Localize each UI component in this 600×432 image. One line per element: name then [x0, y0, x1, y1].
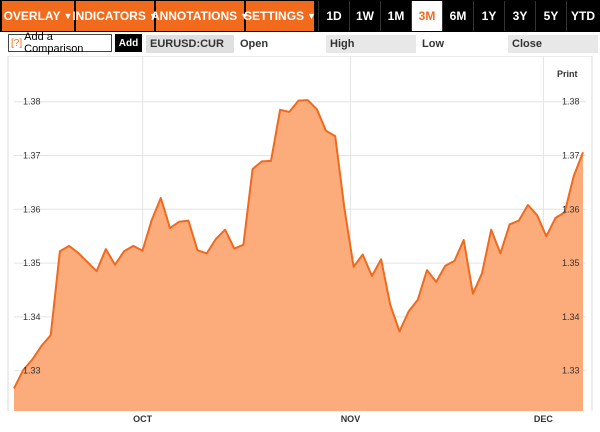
- chart-toolbar: OVERLAY ▼ INDICATORS ▼ ANNOTATIONS ▼ SETTIN…: [0, 0, 600, 32]
- symbol-box: EURUSD:CUR: [146, 35, 234, 53]
- comparison-input[interactable]: [?] Add a Comparison: [8, 31, 112, 55]
- range-button-1w[interactable]: 1W: [349, 1, 380, 31]
- y-tick-label-left: 1.37: [23, 151, 41, 161]
- indicators-label: INDICATORS: [72, 9, 146, 23]
- chevron-down-icon: ▼: [307, 11, 316, 21]
- help-icon[interactable]: [?]: [11, 38, 22, 49]
- y-tick-label-right: 1.35: [562, 258, 580, 268]
- y-tick-label-right: 1.33: [562, 366, 580, 376]
- low-box: Low: [418, 35, 506, 53]
- range-button-3y[interactable]: 3Y: [504, 1, 535, 31]
- indicators-menu-button[interactable]: INDICATORS ▼: [72, 1, 158, 31]
- x-month-label: OCT: [133, 414, 153, 424]
- annotations-label: ANNOTATIONS: [150, 9, 238, 23]
- add-comparison-button[interactable]: Add: [115, 34, 142, 52]
- range-button-1m[interactable]: 1M: [380, 1, 411, 31]
- y-tick-label-left: 1.38: [23, 97, 41, 107]
- symbol-label: EURUSD:CUR: [150, 38, 224, 50]
- annotations-menu-button[interactable]: ANNOTATIONS ▼: [151, 1, 249, 31]
- comparison-placeholder: Add a Comparison: [24, 31, 84, 55]
- time-range-group: 1D 1W 1M 3M 6M 1Y 3Y 5Y YTD: [318, 1, 599, 31]
- overlay-label: OVERLAY: [3, 9, 61, 23]
- close-label: Close: [512, 38, 542, 50]
- chevron-down-icon: ▼: [63, 11, 73, 21]
- high-box: High: [326, 35, 416, 53]
- y-tick-label-right: 1.37: [562, 151, 580, 161]
- high-label: High: [330, 38, 355, 50]
- range-button-1y[interactable]: 1Y: [473, 1, 504, 31]
- y-tick-label-left: 1.35: [23, 258, 41, 268]
- close-box: Close: [508, 35, 598, 53]
- range-button-3m[interactable]: 3M: [411, 1, 442, 31]
- y-tick-label-left: 1.36: [23, 204, 41, 214]
- y-tick-label-right: 1.36: [562, 204, 580, 214]
- settings-menu-button[interactable]: SETTINGS ▼: [244, 1, 316, 31]
- price-chart[interactable]: 1.331.341.351.361.371.381.39 1.331.341.3…: [0, 56, 600, 432]
- settings-label: SETTINGS: [244, 9, 305, 23]
- range-button-6m[interactable]: 6M: [442, 1, 473, 31]
- print-link[interactable]: Print: [557, 69, 578, 79]
- range-button-5y[interactable]: 5Y: [535, 1, 566, 31]
- comparison-bar: [?] Add a Comparison Add EURUSD:CUR Open…: [0, 31, 600, 55]
- overlay-menu-button[interactable]: OVERLAY ▼: [2, 1, 74, 31]
- range-button-ytd[interactable]: YTD: [566, 1, 599, 31]
- y-tick-label-left: 1.33: [23, 366, 41, 376]
- x-month-label: DEC: [534, 414, 554, 424]
- y-tick-label-left: 1.34: [23, 312, 41, 322]
- open-label: Open: [240, 38, 269, 50]
- price-area: [14, 100, 583, 411]
- x-month-label: NOV: [341, 414, 361, 424]
- low-label: Low: [422, 38, 444, 50]
- y-tick-label-right: 1.34: [562, 312, 580, 322]
- range-button-1d[interactable]: 1D: [318, 1, 349, 31]
- y-tick-label-right: 1.38: [562, 97, 580, 107]
- open-box: Open: [236, 35, 324, 53]
